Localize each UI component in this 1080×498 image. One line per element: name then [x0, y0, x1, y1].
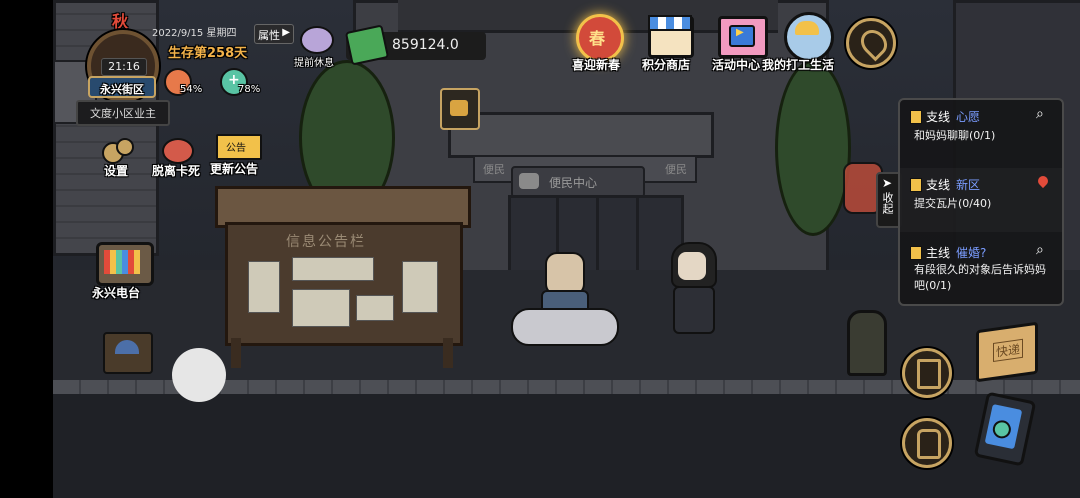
map-location-button[interactable]	[846, 18, 896, 68]
top-menu-spring-label: 喜迎新春	[572, 58, 621, 72]
backpack-button[interactable]	[902, 418, 952, 468]
notice-board-leg-left	[231, 338, 241, 368]
notice-paper-2	[292, 257, 374, 281]
package-button[interactable]: 快递	[970, 320, 1042, 383]
map-pin-icon	[855, 24, 893, 62]
tree-right	[775, 60, 851, 236]
radio-button[interactable]: 永兴电台	[90, 240, 154, 302]
season-label: 秋	[112, 12, 129, 31]
treasure-chest-icon[interactable]	[440, 88, 480, 130]
top-menu-shop-label: 积分商店	[642, 58, 691, 72]
clipboard-icon	[917, 359, 941, 389]
phone-icon	[973, 391, 1037, 467]
top-menu-shop[interactable]: 积分商店	[638, 10, 702, 74]
clipboard-icon	[910, 246, 922, 260]
notice-paper-3	[292, 289, 350, 327]
sign-left-text: 便民	[483, 163, 505, 176]
top-menu-spring[interactable]: 春 喜迎新春	[566, 10, 630, 74]
collapse-label: 收起	[881, 192, 894, 214]
notice-paper-5	[402, 261, 438, 313]
unstuck-button[interactable]: 脱离卡死	[152, 138, 206, 180]
update-notice-button[interactable]: 公告 更新公告	[210, 134, 272, 180]
notice-paper-1	[248, 261, 280, 313]
quest-item[interactable]: 支线 新区 提交瓦片(0/40)	[900, 168, 1062, 232]
quest-type: 主线	[926, 246, 951, 260]
shop-icon	[648, 15, 694, 58]
brand-badge-text: 永兴街区	[100, 83, 144, 96]
center-building-plate: 便民中心	[511, 166, 645, 198]
sign-right-text: 便民	[665, 163, 687, 176]
backpack-icon	[917, 429, 941, 459]
search-icon[interactable]: ⌕	[1036, 106, 1044, 122]
unstuck-icon	[162, 138, 194, 164]
spring-lantern-icon: 春	[576, 14, 624, 62]
npc-woman	[665, 242, 719, 334]
notice-sign-icon: 公告	[216, 134, 262, 160]
health-stat: + 78%	[218, 68, 264, 100]
chat-bubble-icon	[519, 173, 539, 189]
notice-board-title: 信息公告栏	[286, 234, 366, 250]
clipboard-icon	[910, 178, 922, 192]
title-badge-text: 文度小区业主	[90, 107, 156, 120]
top-menu-work-life-label: 我的打工生活	[762, 58, 835, 72]
health-value: 78%	[238, 84, 261, 95]
unstuck-label: 脱离卡死	[152, 164, 201, 178]
gear-icon	[102, 138, 134, 164]
survival-days: 生存第258天	[168, 46, 248, 61]
umbrella-icon	[115, 340, 139, 354]
cash-icon	[344, 24, 390, 66]
brand-badge: 永兴街区	[88, 76, 156, 98]
location-pin-icon[interactable]	[1035, 173, 1051, 189]
worker-avatar-icon	[784, 12, 834, 62]
virtual-joystick[interactable]	[172, 348, 226, 402]
player-on-scooter	[511, 252, 621, 348]
notice-board-leg-right	[443, 338, 453, 368]
trash-can	[847, 310, 887, 376]
early-rest-label: 提前休息	[294, 58, 334, 69]
notice-board: 信息公告栏	[225, 222, 463, 346]
arrow-right-icon: ➤	[882, 176, 893, 190]
update-notice-label: 更新公告	[210, 162, 259, 176]
settings-button[interactable]: 设置	[96, 138, 140, 180]
phone-button[interactable]	[966, 391, 1042, 467]
money-value: 859124.0	[392, 37, 459, 53]
quest-item[interactable]: 主线 催婚? ⌕ 有段很久的对象后告诉妈妈吧(0/1)	[900, 236, 1062, 302]
quest-log-button[interactable]	[902, 348, 952, 398]
package-label: 快递	[993, 338, 1024, 362]
notice-paper-4	[356, 295, 394, 321]
bed-icon	[300, 26, 334, 54]
attr-button[interactable]: 属性 ▶	[254, 24, 294, 44]
center-sign-text: 便民中心	[549, 176, 598, 190]
package-box-icon: 快递	[976, 321, 1038, 383]
title-badge: 文度小区业主	[76, 100, 170, 126]
quest-name: 心愿	[956, 110, 981, 124]
money-display: 859124.0	[344, 24, 486, 66]
attr-label: 属性	[258, 29, 280, 42]
quest-desc: 提交瓦片(0/40)	[914, 197, 992, 210]
quest-type: 支线	[926, 110, 951, 124]
quest-desc: 有段很久的对象后告诉妈妈吧(0/1)	[914, 263, 1046, 292]
tv-icon	[96, 242, 154, 286]
quest-item[interactable]: 支线 心愿 ⌕ 和妈妈聊聊(0/1)	[900, 100, 1062, 164]
quest-panel: 支线 心愿 ⌕ 和妈妈聊聊(0/1) 支线 新区 提交瓦片(0/40) 主线 催…	[898, 98, 1064, 306]
date-text: 2022/9/15 星期四	[152, 28, 237, 39]
quest-name: 新区	[956, 178, 981, 192]
notice-sign-text: 公告	[226, 143, 246, 154]
top-menu-work-life[interactable]: 我的打工生活	[762, 10, 848, 74]
search-icon[interactable]: ⌕	[1036, 242, 1044, 258]
center-building-awning	[448, 112, 714, 158]
chevron-right-icon: ▶	[282, 27, 290, 38]
hunger-value: 54%	[180, 84, 203, 95]
gift-video-icon: ▶	[718, 16, 768, 58]
clipboard-icon	[910, 110, 922, 124]
quest-name: 催婚?	[956, 246, 987, 260]
settings-label: 设置	[104, 164, 129, 178]
early-rest-button[interactable]: 提前休息	[294, 24, 340, 70]
quest-desc: 和妈妈聊聊(0/1)	[914, 129, 996, 142]
top-menu-activity-label: 活动中心	[712, 58, 761, 72]
quest-type: 支线	[926, 178, 951, 192]
radio-label: 永兴电台	[92, 286, 141, 300]
umbrella-sign	[103, 332, 153, 374]
hunger-stat: 54%	[162, 68, 208, 100]
